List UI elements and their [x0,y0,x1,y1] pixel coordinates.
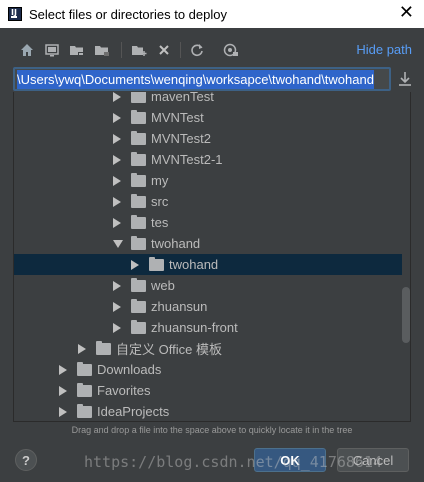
folder-icon [77,403,92,418]
tree-item-label: twohand [151,236,201,251]
tree-item[interactable]: Favorites [14,380,402,401]
tree-item[interactable]: src [14,191,402,212]
tree-item[interactable]: my [14,170,402,191]
folder-icon [77,361,92,376]
folder-icon [131,298,146,313]
folder-icon [131,214,146,229]
tree-item[interactable]: Downloads [14,359,402,380]
expand-right-icon[interactable] [78,343,86,354]
title-bar: IJ Select files or directories to deploy… [0,0,424,28]
delete-icon[interactable] [155,41,173,59]
folder-icon [77,382,92,397]
expand-right-icon[interactable] [113,280,121,291]
tree-item-label: IdeaProjects [97,404,170,419]
folder-icon [96,340,111,355]
expand-down-icon[interactable] [113,239,123,248]
tree-item[interactable]: zhuansun-front [14,317,402,338]
tree-item-label: twohand [169,257,219,272]
module-folder-icon[interactable] [93,41,111,59]
expand-right-icon[interactable] [113,133,121,144]
expand-right-icon[interactable] [113,196,121,207]
expand-right-icon[interactable] [113,175,121,186]
tree-item-label: 自定义 Office 模板 [116,342,222,357]
tree-item-label: my [151,173,169,188]
tree-item[interactable]: twohand [14,233,402,254]
tree-item-label: mavenTest [151,92,214,104]
expand-right-icon[interactable] [131,259,139,270]
tree-item-label: Downloads [97,362,162,377]
expand-right-icon[interactable] [113,112,121,123]
tree-item-label: MVNTest [151,110,204,125]
ok-button[interactable]: OK [254,448,326,472]
show-hidden-icon[interactable] [222,41,240,59]
close-icon[interactable]: ✕ [399,3,414,23]
expand-right-icon[interactable] [113,301,121,312]
tree-item[interactable]: IdeaProjects [14,401,402,421]
folder-icon [131,235,146,250]
help-button[interactable]: ? [15,449,37,471]
tree-item[interactable]: web [14,275,402,296]
toolbar: Hide path [0,38,424,62]
folder-icon [131,277,146,292]
path-input[interactable]: \Users\ywq\Documents\wenqing\worksapce\t… [13,67,391,91]
tree-item[interactable]: twohand [14,254,402,275]
window-title: Select files or directories to deploy [29,6,227,22]
tree-item[interactable]: mavenTest [14,92,402,107]
tree-item[interactable]: MVNTest [14,107,402,128]
tree-item[interactable]: MVNTest2-1 [14,149,402,170]
folder-icon [131,109,146,124]
tree-item[interactable]: 自定义 Office 模板 [14,338,402,359]
tree-item[interactable]: tes [14,212,402,233]
tree-item[interactable]: zhuansun [14,296,402,317]
expand-right-icon[interactable] [59,385,67,396]
tree-item-label: tes [151,215,169,230]
project-folder-icon[interactable] [68,41,86,59]
folder-icon [131,151,146,166]
folder-icon [131,319,146,334]
tree-item-label: zhuansun [151,299,208,314]
tree-item-label: src [151,194,169,209]
desktop-icon[interactable] [43,41,61,59]
drag-drop-hint: Drag and drop a file into the space abov… [71,425,353,435]
app-icon-letters: IJ [11,8,17,17]
tree-scrollbar[interactable] [402,287,410,343]
folder-icon [131,92,146,103]
folder-icon [131,130,146,145]
file-tree[interactable]: mavenTest MVNTest MVNTest2 MVNTest2-1 my src t… [13,92,411,422]
tree-item[interactable]: MVNTest2 [14,128,402,149]
hide-path-link[interactable]: Hide path [356,42,412,57]
expand-right-icon[interactable] [59,406,67,417]
cancel-button[interactable]: Cancel [337,448,409,472]
tree-item-label: MVNTest2-1 [151,152,223,167]
tree-item-label: MVNTest2 [151,131,211,146]
download-icon[interactable] [397,70,413,88]
tree-item-label: Favorites [97,383,151,398]
expand-right-icon[interactable] [59,364,67,375]
expand-right-icon[interactable] [113,154,121,165]
new-folder-icon[interactable] [130,41,148,59]
refresh-icon[interactable] [188,41,206,59]
folder-icon [131,193,146,208]
tree-item-label: web [151,278,175,293]
intellij-app-icon: IJ [8,7,22,21]
folder-icon [149,256,164,271]
path-text: \Users\ywq\Documents\wenqing\worksapce\t… [17,69,374,89]
folder-icon [131,172,146,187]
expand-right-icon[interactable] [113,217,121,228]
expand-right-icon[interactable] [113,92,121,102]
tree-item-label: zhuansun-front [151,320,238,335]
home-icon[interactable] [18,41,36,59]
expand-right-icon[interactable] [113,322,121,333]
